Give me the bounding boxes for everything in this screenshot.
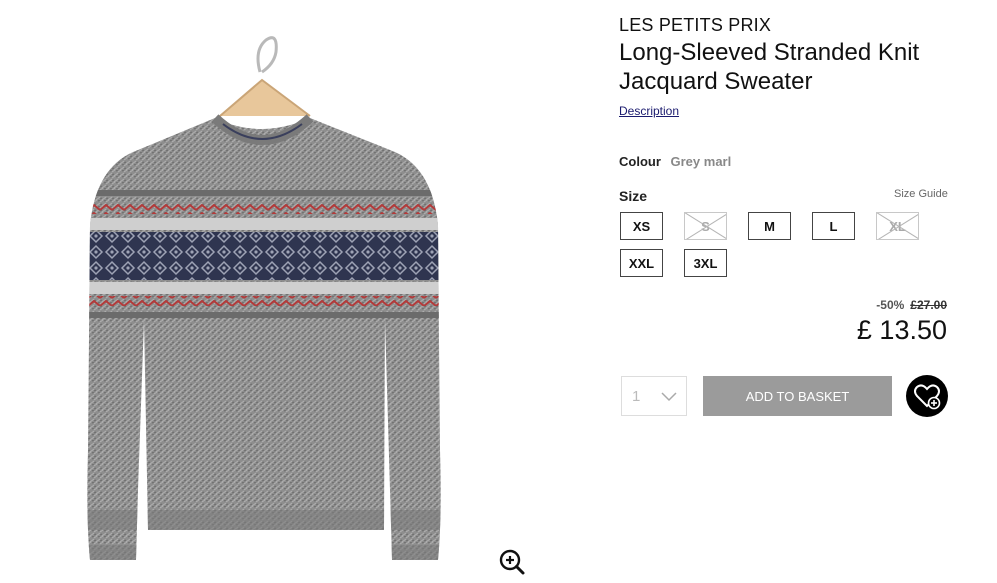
add-to-basket-button[interactable]: ADD TO BASKET: [703, 376, 892, 416]
size-guide-link[interactable]: Size Guide: [894, 188, 948, 200]
size-option-xl: XL: [876, 212, 919, 240]
quantity-value: 1: [632, 388, 641, 405]
brand-name: LES PETITS PRIX: [619, 15, 772, 35]
original-price: £27.00: [910, 298, 947, 312]
discount-percent: -50%: [876, 298, 905, 312]
sweater-illustration: [87, 36, 441, 560]
size-label: Size: [619, 188, 648, 204]
wishlist-button[interactable]: [906, 375, 948, 417]
discount-info: -50% £27.00: [876, 298, 947, 312]
current-price: £ 13.50: [856, 315, 947, 345]
chevron-down-icon: [661, 392, 677, 402]
zoom-in-icon: [499, 549, 525, 575]
zoom-button[interactable]: [496, 546, 528, 578]
heart-plus-icon: [914, 384, 941, 410]
description-link[interactable]: Description: [619, 104, 679, 118]
product-title: Long-Sleeved Stranded Knit Jacquard Swea…: [619, 39, 920, 95]
colour-label: Colour: [619, 154, 661, 169]
size-option-xxl[interactable]: XXL: [620, 249, 663, 277]
size-option-l[interactable]: L: [812, 212, 855, 240]
colour-row: Colour Grey marl: [619, 154, 731, 169]
product-image[interactable]: [40, 20, 560, 580]
size-option-m[interactable]: M: [748, 212, 791, 240]
quantity-select[interactable]: 1: [621, 376, 687, 416]
size-option-xs[interactable]: XS: [620, 212, 663, 240]
size-option-3xl[interactable]: 3XL: [684, 249, 727, 277]
size-option-s: S: [684, 212, 727, 240]
colour-value: Grey marl: [670, 154, 732, 169]
